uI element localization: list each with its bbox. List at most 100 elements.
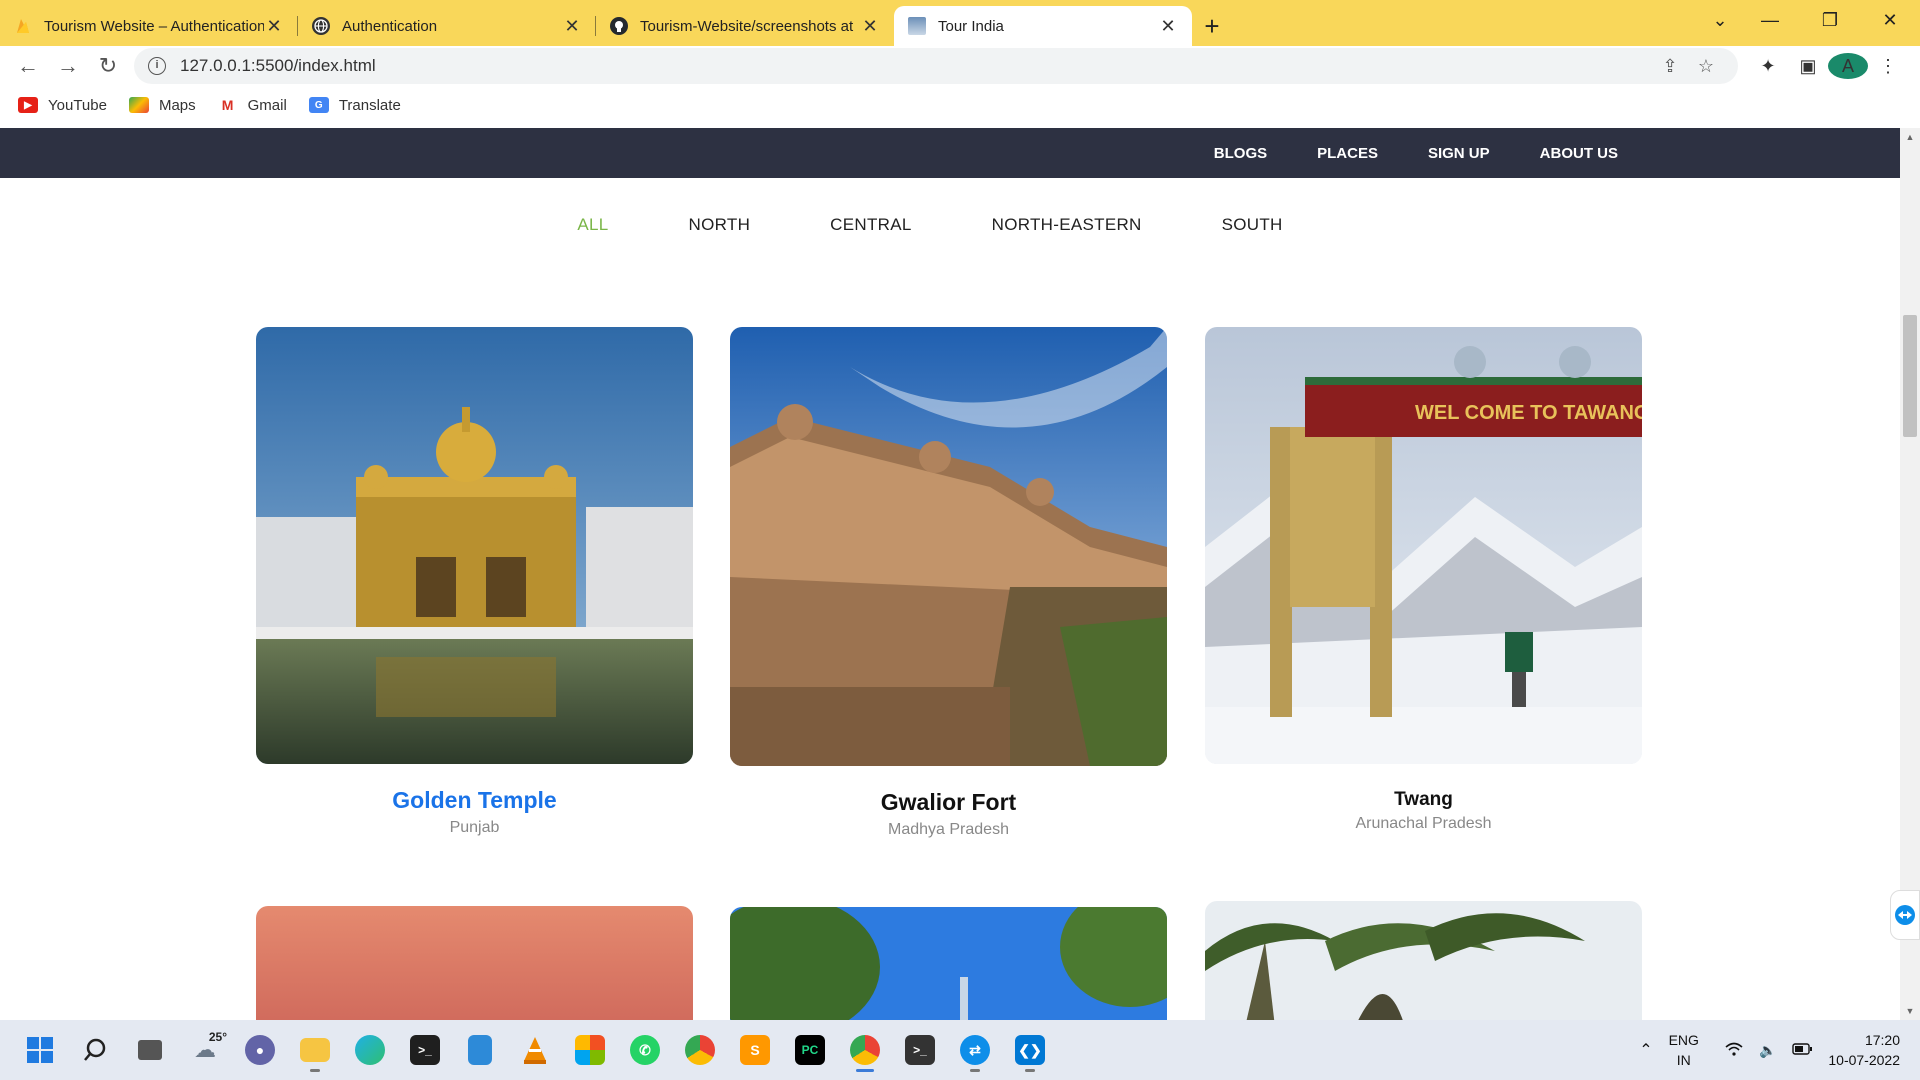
system-tray: ⌃ ENG IN 🔈 17:20 10-07-2022: [1639, 1020, 1920, 1080]
reload-icon[interactable]: ↻: [88, 53, 128, 79]
region-code: IN: [1676, 1052, 1691, 1068]
site-info-icon[interactable]: i: [148, 57, 166, 75]
minimize-icon[interactable]: —: [1740, 0, 1800, 40]
edge-icon[interactable]: [348, 1028, 392, 1072]
translate-icon: G: [308, 97, 329, 113]
tab-search-icon[interactable]: ⌄: [1700, 0, 1740, 40]
tab-title: Tourism-Website/screenshots at: [640, 17, 854, 35]
share-icon[interactable]: ⇪: [1652, 56, 1688, 77]
close-tab-icon[interactable]: ✕: [264, 16, 284, 37]
gwalior-fort-image[interactable]: [730, 327, 1167, 766]
browser-tab[interactable]: Tourism Website – Authentication ✕: [0, 6, 298, 46]
microsoft-store-icon[interactable]: [568, 1028, 612, 1072]
menu-icon[interactable]: ⋮: [1868, 56, 1908, 77]
show-hidden-icons-icon[interactable]: ⌃: [1639, 1040, 1652, 1060]
bookmark-star-icon[interactable]: ☆: [1688, 56, 1724, 77]
scrollbar-thumb[interactable]: [1903, 315, 1917, 437]
teamviewer-side-icon[interactable]: [1890, 890, 1920, 940]
place-title[interactable]: Gwalior Fort: [730, 789, 1167, 816]
golden-temple-image[interactable]: [256, 327, 693, 764]
filter-central[interactable]: CENTRAL: [830, 215, 911, 235]
teams-chat-icon[interactable]: ●: [238, 1028, 282, 1072]
place-image-palms[interactable]: [1205, 901, 1642, 1020]
bookmark-label: YouTube: [48, 96, 107, 114]
nav-blogs[interactable]: BLOGS: [1214, 145, 1267, 162]
browser-toolbar: ← → ↻ i 127.0.0.1:5500/index.html ⇪ ☆ ✦ …: [0, 46, 1920, 86]
filter-south[interactable]: SOUTH: [1222, 215, 1283, 235]
battery-icon[interactable]: [1792, 1042, 1813, 1058]
start-icon[interactable]: [18, 1028, 62, 1072]
close-tab-icon[interactable]: ✕: [562, 16, 582, 37]
bookmark-label: Translate: [338, 96, 401, 114]
nav-places[interactable]: PLACES: [1317, 145, 1378, 162]
scroll-down-icon[interactable]: ▼: [1900, 1006, 1920, 1016]
windows-taskbar: ☁ 25° ● >_ ✆ S PC >_ ⇄ ❮❯ ⌃ ENG IN 🔈 17:…: [0, 1020, 1920, 1080]
notepad-icon[interactable]: [458, 1028, 502, 1072]
vlc-icon[interactable]: [513, 1028, 557, 1072]
chrome-icon[interactable]: [678, 1028, 722, 1072]
terminal-icon[interactable]: >_: [403, 1028, 447, 1072]
pycharm-icon[interactable]: PC: [788, 1028, 832, 1072]
bookmark-youtube[interactable]: ▶ YouTube: [18, 97, 107, 114]
maps-icon: [128, 97, 149, 113]
place-image-sunset[interactable]: [256, 906, 693, 1020]
address-url[interactable]: 127.0.0.1:5500/index.html: [180, 56, 1652, 76]
close-window-icon[interactable]: ✕: [1860, 0, 1920, 40]
browser-tab-active[interactable]: Tour India ✕: [894, 6, 1192, 46]
vscode-icon[interactable]: ❮❯: [1008, 1028, 1052, 1072]
restore-icon[interactable]: ❐: [1800, 0, 1860, 40]
file-explorer-icon[interactable]: [293, 1028, 337, 1072]
scroll-up-icon[interactable]: ▲: [1900, 132, 1920, 142]
side-panel-icon[interactable]: ▣: [1788, 56, 1828, 77]
tab-title: Tourism Website – Authentication: [44, 17, 264, 35]
browser-tab[interactable]: Tourism-Website/screenshots at ✕: [596, 6, 894, 46]
bookmark-translate[interactable]: G Translate: [308, 96, 401, 114]
page-scrollbar[interactable]: ▲ ▼: [1900, 128, 1920, 1020]
chrome-profile-icon[interactable]: [843, 1028, 887, 1072]
forward-icon[interactable]: →: [48, 53, 88, 79]
profile-avatar[interactable]: A: [1828, 53, 1868, 79]
globe-icon: [312, 17, 330, 35]
bookmark-gmail[interactable]: M Gmail: [217, 97, 287, 114]
filter-all[interactable]: ALL: [577, 215, 608, 235]
search-icon[interactable]: [73, 1028, 117, 1072]
teamviewer-icon[interactable]: ⇄: [953, 1028, 997, 1072]
close-tab-icon[interactable]: ✕: [1158, 16, 1178, 37]
language-indicator[interactable]: ENG IN: [1669, 1030, 1699, 1070]
window-controls: ⌄ — ❐ ✕: [1700, 0, 1920, 40]
bookmark-maps[interactable]: Maps: [128, 97, 196, 114]
new-tab-button[interactable]: +: [1192, 6, 1232, 46]
site-navbar: BLOGS PLACES SIGN UP ABOUT US: [0, 128, 1900, 178]
extensions-icon[interactable]: ✦: [1748, 56, 1788, 77]
volume-icon[interactable]: 🔈: [1759, 1042, 1776, 1059]
back-icon[interactable]: ←: [8, 53, 48, 79]
clock-time: 17:20: [1864, 1032, 1900, 1048]
toolbar-actions: ✦ ▣ A ⋮: [1748, 53, 1908, 79]
twang-image[interactable]: WEL COME TO TAWANG: [1205, 327, 1642, 764]
filter-north-eastern[interactable]: NORTH-EASTERN: [992, 215, 1142, 235]
place-title[interactable]: Twang: [1205, 789, 1642, 811]
clock[interactable]: 17:20 10-07-2022: [1828, 1030, 1900, 1070]
tawang-sign-text: WEL COME TO TAWANG: [1415, 402, 1642, 424]
nav-about-us[interactable]: ABOUT US: [1540, 145, 1618, 162]
sublime-text-icon[interactable]: S: [733, 1028, 777, 1072]
place-title[interactable]: Golden Temple: [256, 787, 693, 814]
console-icon[interactable]: >_: [898, 1028, 942, 1072]
place-image-trees[interactable]: [730, 907, 1167, 1020]
gmail-icon: M: [217, 97, 238, 113]
address-bar[interactable]: i 127.0.0.1:5500/index.html ⇪ ☆: [134, 48, 1738, 84]
tab-title: Tour India: [938, 17, 1004, 35]
browser-tab[interactable]: Authentication ✕: [298, 6, 596, 46]
wifi-icon[interactable]: [1725, 1042, 1743, 1059]
weather-icon[interactable]: ☁ 25°: [183, 1028, 227, 1072]
page-viewport: BLOGS PLACES SIGN UP ABOUT US ALL NORTH …: [0, 128, 1900, 1020]
filter-north[interactable]: NORTH: [689, 215, 751, 235]
region-filter-bar: ALL NORTH CENTRAL NORTH-EASTERN SOUTH: [0, 215, 1900, 235]
task-view-icon[interactable]: [128, 1028, 172, 1072]
whatsapp-icon[interactable]: ✆: [623, 1028, 667, 1072]
nav-sign-up[interactable]: SIGN UP: [1428, 145, 1490, 162]
tab-strip: Tourism Website – Authentication ✕ Authe…: [0, 0, 1920, 46]
clock-date: 10-07-2022: [1828, 1052, 1900, 1068]
close-tab-icon[interactable]: ✕: [860, 16, 880, 37]
place-state: Arunachal Pradesh: [1355, 815, 1492, 832]
